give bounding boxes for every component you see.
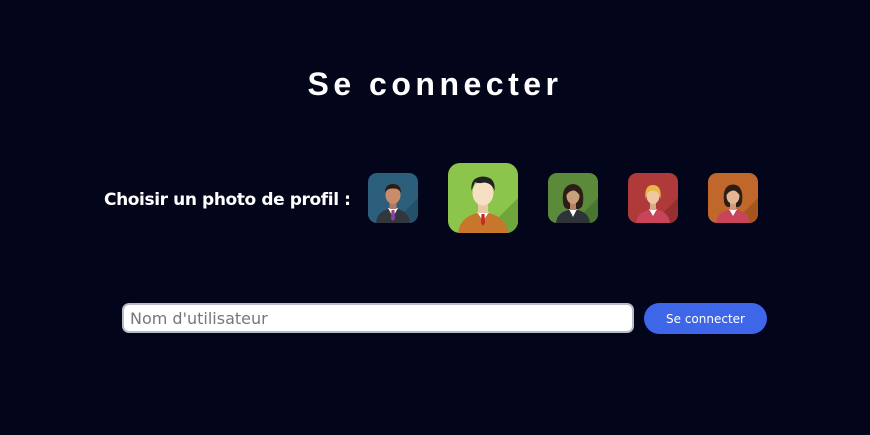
- man-suit-purple-tie-avatar-icon[interactable]: [368, 173, 418, 223]
- woman-red-jacket-avatar-icon[interactable]: [708, 173, 758, 223]
- woman-blonde-red-jacket-avatar-icon[interactable]: [628, 173, 678, 223]
- man-orange-sweater-avatar-icon[interactable]: [448, 163, 518, 233]
- avatar-picker-label: Choisir un photo de profil :: [104, 190, 351, 210]
- connect-button[interactable]: Se connecter: [644, 303, 767, 334]
- login-page: Se connecter Choisir un photo de profil …: [0, 0, 870, 435]
- username-input[interactable]: [122, 303, 634, 333]
- woman-dark-suit-avatar-icon[interactable]: [548, 173, 598, 223]
- page-title: Se connecter: [307, 66, 563, 102]
